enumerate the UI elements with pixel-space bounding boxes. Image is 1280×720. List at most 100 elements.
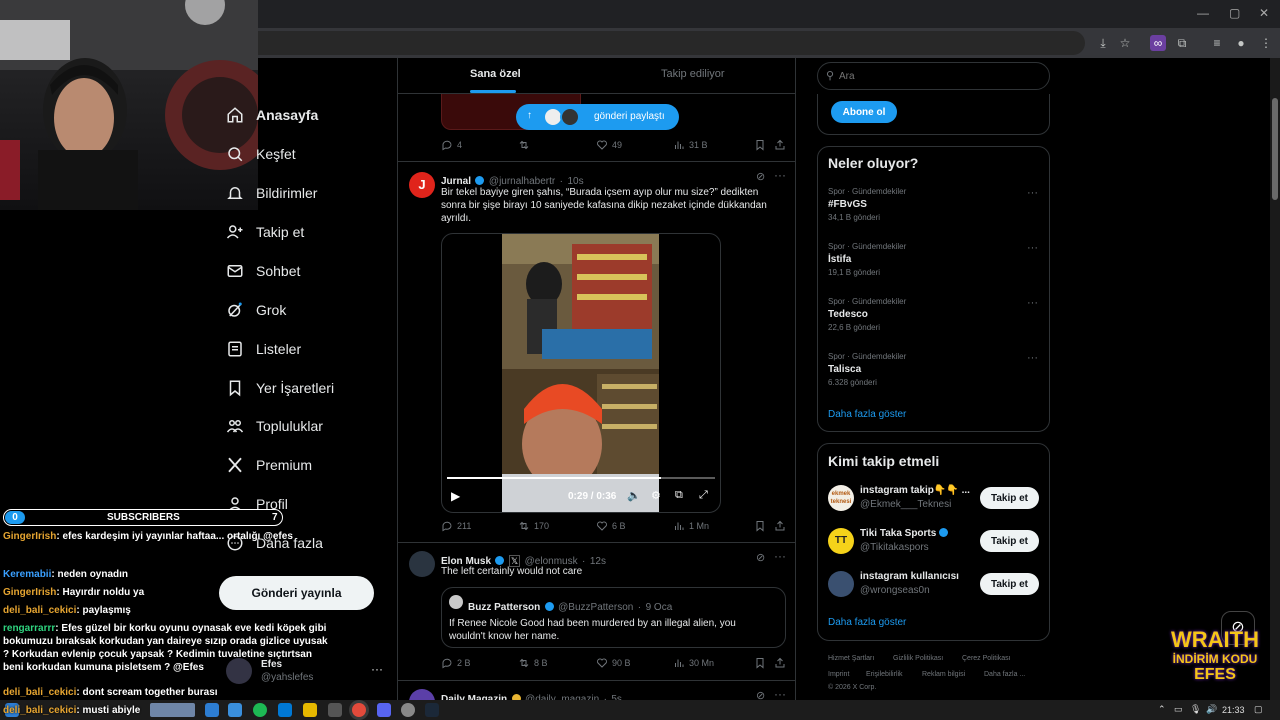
volume-icon[interactable]: 🔊 (1206, 704, 1217, 715)
profile-icon[interactable]: ● (1233, 35, 1249, 51)
footer-link[interactable]: Imprint (828, 671, 849, 678)
tab-for-you[interactable]: Sana özel (470, 68, 521, 80)
reply-button[interactable]: 2 B (441, 657, 471, 669)
edge-icon[interactable] (228, 703, 242, 717)
install-app-icon[interactable]: ⤓ (1095, 35, 1111, 51)
follow-button[interactable]: Takip et (980, 530, 1039, 552)
task-view-icon[interactable] (205, 703, 219, 717)
repost-button[interactable]: 170 (518, 520, 549, 532)
footer-link[interactable]: Erişilebilirlik (866, 671, 903, 678)
trend-item[interactable]: Spor · Gündemdekiler Talisca 6.328 gönde… (828, 352, 1040, 394)
follow-button[interactable]: Takip et (980, 573, 1039, 595)
like-button[interactable]: 49 (596, 139, 622, 151)
nav-item-explore[interactable]: Keşfet (226, 140, 296, 168)
tweet[interactable]: Elon Musk 𝕏 @elonmusk · 12s ⊘ ··· The le… (398, 543, 795, 681)
subscribe-button[interactable]: Abone ol (831, 101, 897, 123)
follow-button[interactable]: Takip et (980, 487, 1039, 509)
tab-following[interactable]: Takip ediliyor (661, 68, 725, 80)
nav-item-home[interactable]: Anasayfa (226, 101, 318, 129)
volume-icon[interactable]: 🔈 (627, 489, 641, 502)
nav-item-notifications[interactable]: Bildirimler (226, 179, 317, 207)
more-dots-icon[interactable]: ··· (1027, 242, 1038, 254)
search-thumbnail[interactable] (150, 703, 195, 717)
fullscreen-icon[interactable]: ⤢ (699, 489, 708, 502)
follow-suggestion-name[interactable]: instagram kullanıcısı (860, 571, 959, 582)
search-input[interactable] (839, 68, 1039, 84)
trend-item[interactable]: Spor · Gündemdekiler İstifa 19,1 B gönde… (828, 242, 1040, 284)
nav-item-premium[interactable]: Premium (226, 451, 312, 479)
bookmark-button[interactable] (754, 657, 766, 669)
bookmark-button[interactable] (754, 139, 766, 151)
scrollbar-thumb[interactable] (1272, 98, 1278, 200)
trend-item[interactable]: Spor · Gündemdekiler #FBvGS 34,1 B gönde… (828, 187, 1040, 229)
like-button[interactable]: 6 B (596, 520, 626, 532)
show-more-link[interactable]: Daha fazla göster (828, 409, 906, 420)
settings-icon[interactable]: ⚙ (651, 489, 661, 502)
scrollbar[interactable] (1270, 58, 1280, 700)
repost-button[interactable]: 8 B (518, 657, 548, 669)
app-icon[interactable] (401, 703, 415, 717)
avatar[interactable]: TT (828, 528, 854, 554)
views-button[interactable]: 31 B (673, 139, 708, 151)
reply-button[interactable]: 211 (441, 520, 471, 532)
more-dots-icon[interactable]: ··· (774, 168, 786, 182)
notifications-icon[interactable]: ▢ (1254, 704, 1263, 715)
nav-item-grok[interactable]: Grok (226, 296, 286, 324)
menu-dots-icon[interactable]: ⋮ (1258, 35, 1274, 51)
footer-link[interactable]: Reklam bilgisi (922, 671, 965, 678)
like-button[interactable]: 90 B (596, 657, 631, 669)
pip-icon[interactable]: ⧉ (675, 489, 683, 502)
views-button[interactable]: 30 Mn (673, 657, 714, 669)
video-player[interactable]: ▶ 0:29 / 0:36 🔈 ⚙ ⧉ ⤢ (441, 233, 721, 513)
nav-item-lists[interactable]: Listeler (226, 335, 301, 363)
footer-link[interactable]: Çerez Politikası (962, 655, 1011, 662)
discord-icon[interactable] (377, 703, 391, 717)
network-icon[interactable]: ▭ (1174, 704, 1183, 715)
app-icon[interactable] (328, 703, 342, 717)
extensions-puzzle-icon[interactable]: ⧉ (1174, 35, 1190, 51)
chrome-icon[interactable] (352, 703, 366, 717)
media-control-icon[interactable]: ≡ (1209, 35, 1225, 51)
maximize-icon[interactable]: ▢ (1229, 6, 1240, 20)
new-posts-pill[interactable]: ↑ gönderi paylaştı (516, 104, 679, 130)
grok-analyze-icon[interactable]: ⊘ (756, 551, 765, 564)
avatar[interactable]: J (409, 172, 435, 198)
footer-link[interactable]: Daha fazla ... (984, 671, 1025, 678)
share-button[interactable] (774, 139, 786, 151)
spotify-icon[interactable] (253, 703, 267, 717)
share-button[interactable] (774, 657, 786, 669)
more-dots-icon[interactable]: ··· (774, 549, 786, 563)
more-dots-icon[interactable]: ··· (774, 687, 786, 701)
avatar[interactable] (828, 571, 854, 597)
follow-suggestion-name[interactable]: Tiki Taka Sports (860, 528, 949, 539)
footer-link[interactable]: Hizmet Şartları (828, 655, 874, 662)
more-dots-icon[interactable]: ··· (1027, 187, 1038, 199)
microphone-icon[interactable]: 🎙 (1190, 704, 1201, 715)
star-icon[interactable]: ☆ (1117, 35, 1133, 51)
close-icon[interactable]: ✕ (1259, 6, 1269, 20)
avatar[interactable]: ekmek teknesi (828, 485, 854, 511)
follow-suggestion-name[interactable]: instagram takip👇👇 ... (860, 485, 970, 496)
file-explorer-icon[interactable] (303, 703, 317, 717)
clock[interactable]: 21:33 (1222, 705, 1245, 715)
video-progress-track[interactable] (447, 477, 715, 479)
quoted-tweet[interactable]: Buzz Patterson @BuzzPatterson · 9 Oca If… (441, 587, 786, 648)
nav-item-messages[interactable]: Sohbet (226, 257, 300, 285)
trend-item[interactable]: Spor · Gündemdekiler Tedesco 22,6 B gönd… (828, 297, 1040, 339)
avatar[interactable] (409, 551, 435, 577)
share-button[interactable] (774, 520, 786, 532)
repost-button[interactable] (518, 139, 530, 151)
extension-icon[interactable]: ∞ (1150, 35, 1166, 51)
search-box[interactable]: ⚲ (817, 62, 1050, 90)
more-dots-icon[interactable]: ··· (1027, 297, 1038, 309)
post-button[interactable]: Gönderi yayınla (219, 576, 374, 610)
tray-chevron-icon[interactable]: ⌃ (1158, 704, 1166, 715)
bookmark-button[interactable] (754, 520, 766, 532)
tweet[interactable]: J Jurnal @jurnalhabertr · 10s ⊘ ··· Bir … (398, 162, 795, 543)
tweet-time[interactable]: 12s (590, 556, 606, 567)
steam-icon[interactable] (425, 703, 439, 717)
footer-link[interactable]: Gizlilik Politikası (893, 655, 943, 662)
outlook-icon[interactable] (278, 703, 292, 717)
nav-item-communities[interactable]: Topluluklar (226, 412, 323, 440)
reply-button[interactable]: 4 (441, 139, 462, 151)
